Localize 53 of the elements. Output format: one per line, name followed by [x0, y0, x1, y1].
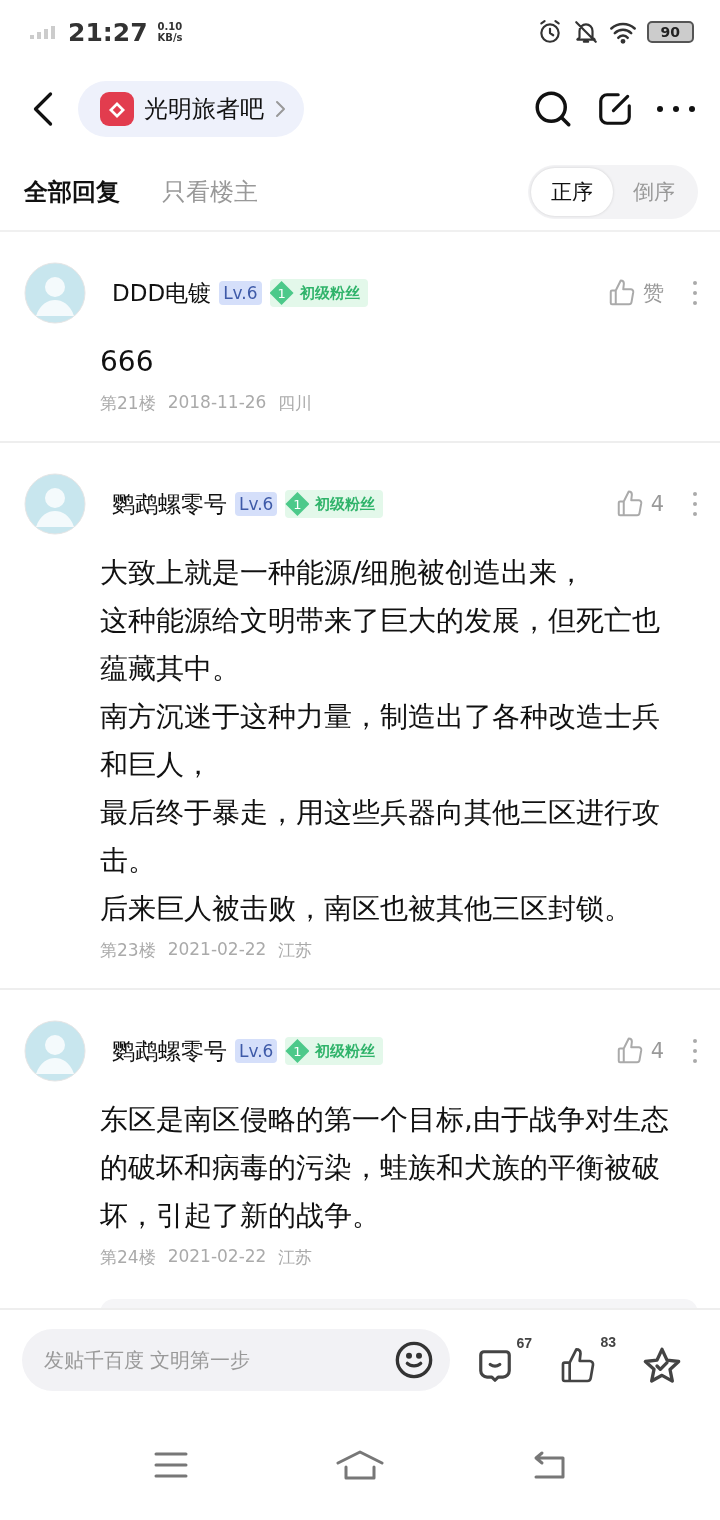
chevron-right-icon — [274, 99, 286, 119]
clock-time: 21:27 — [68, 17, 148, 47]
fan-title: 初级粉丝 — [315, 494, 376, 514]
author-name[interactable]: 鹦鹉螺零号 — [112, 1035, 227, 1067]
signal-icon — [30, 25, 58, 39]
fan-title: 初级粉丝 — [299, 283, 360, 303]
menu-icon[interactable] — [154, 1451, 188, 1479]
sort-option[interactable]: 正序 — [531, 168, 613, 216]
forum-logo-icon — [100, 92, 134, 126]
likes-button[interactable]: 83 — [558, 1334, 616, 1386]
post-text: 666 — [100, 344, 155, 380]
star-icon — [642, 1346, 682, 1386]
post-date: 2021-02-22 — [167, 1246, 267, 1268]
post-date: 2021-02-22 — [167, 939, 267, 961]
network-speed-unit: KB/s — [157, 32, 183, 43]
fan-rank: 1 — [285, 1039, 310, 1063]
tab[interactable]: 全部回复 — [24, 176, 120, 208]
author-name[interactable]: 鹦鹉螺零号 — [112, 488, 227, 520]
more-icon[interactable] — [656, 105, 696, 113]
bell-off-icon — [572, 19, 599, 45]
comment-count: 67 — [516, 1335, 532, 1351]
post-text: 南方沉迷于这种力量，制造出了各种改造士兵和巨人， — [100, 699, 661, 783]
emoji-icon[interactable] — [394, 1340, 434, 1380]
battery-level: 90 — [646, 21, 694, 43]
fan-rank: 1 — [269, 281, 294, 305]
fan-rank: 1 — [285, 492, 310, 516]
like-count: 83 — [600, 1334, 616, 1350]
wifi-icon — [608, 20, 637, 44]
floor-number: 第21楼 — [100, 392, 156, 415]
post-location: 江苏 — [278, 939, 313, 962]
post-location: 江苏 — [278, 1246, 313, 1269]
author-name[interactable]: DDD电镀 — [112, 277, 212, 309]
level-badge: Lv.6 — [219, 281, 262, 305]
fan-title: 初级粉丝 — [315, 1041, 376, 1061]
post-text: 最后终于暴走，用这些兵器向其他三区进行攻击。 — [100, 795, 661, 879]
comment-field[interactable]: 发贴千百度 文明第一步 — [22, 1329, 450, 1391]
comments-button[interactable]: 67 — [476, 1335, 532, 1385]
level-badge: Lv.6 — [235, 1039, 278, 1063]
post-text: 后来巨人被击败，南区也被其他三区封锁。 — [100, 891, 633, 927]
home-icon[interactable] — [336, 1449, 384, 1481]
floor-number: 第23楼 — [100, 939, 156, 962]
thumbs-up-icon — [607, 278, 637, 308]
edit-icon[interactable] — [596, 90, 634, 128]
post-text: 东区是南区侵略的第一个目标,由于战争对生态的破坏和病毒的污染，蛙族和犬族的平衡被破坏，引起了新的战争。 — [100, 1102, 670, 1234]
floor-number: 第24楼 — [100, 1246, 156, 1269]
network-speed: 0.10 — [157, 21, 183, 32]
comment-icon — [476, 1347, 514, 1385]
forum-button[interactable]: 光明旅者吧 — [78, 81, 304, 137]
level-badge: Lv.6 — [235, 492, 278, 516]
post-location: 四川 — [278, 392, 313, 415]
post-text: 这种能源给文明带来了巨大的发展，但死亡也蕴藏其中。 — [100, 603, 661, 687]
post-text: 大致上就是一种能源/细胞被创造出来， — [100, 555, 587, 591]
post-date: 2018-11-26 — [167, 392, 267, 414]
